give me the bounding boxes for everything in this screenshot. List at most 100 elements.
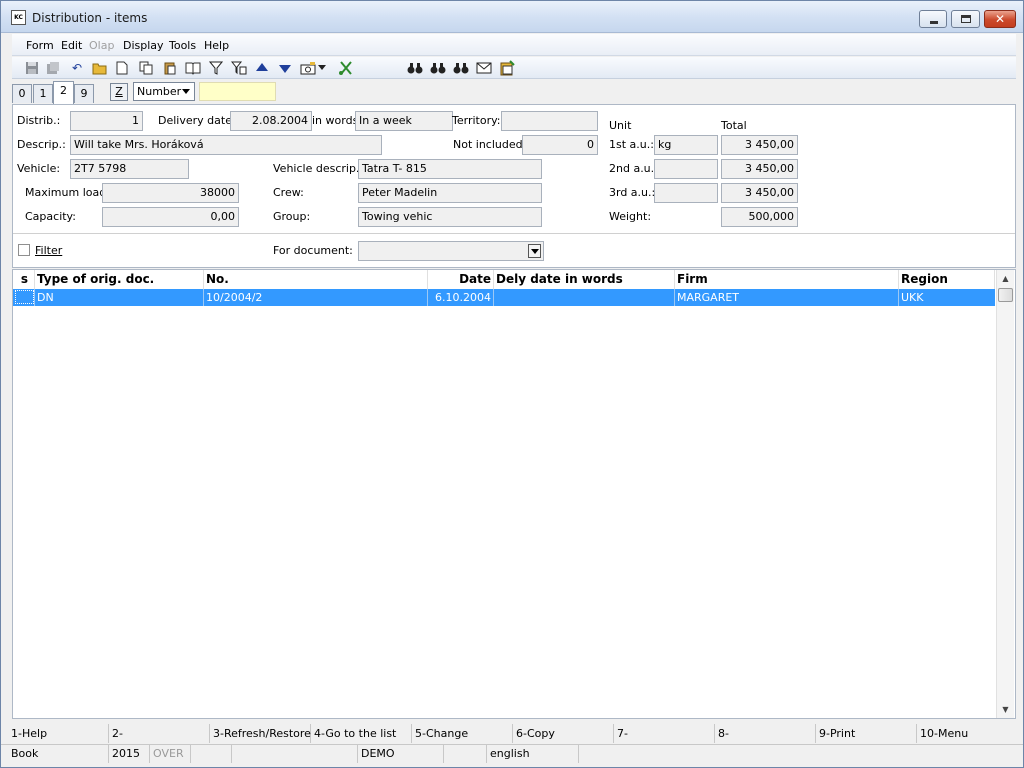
au1-total-field[interactable]: 3 450,00 — [721, 135, 798, 155]
status-empty-2 — [232, 745, 358, 763]
status-year: 2015 — [109, 745, 150, 763]
scroll-up-icon[interactable]: ▲ — [997, 270, 1014, 287]
save-all-icon[interactable] — [45, 60, 61, 76]
dropdown-arrow-icon[interactable] — [317, 60, 327, 76]
binoculars-next-icon[interactable] — [430, 60, 446, 76]
open-icon[interactable] — [92, 60, 108, 76]
minimize-icon — [930, 21, 938, 24]
tab-1[interactable]: 1 — [33, 84, 53, 103]
au1-label: 1st a.u.: — [609, 138, 654, 151]
quick-search-input[interactable] — [199, 82, 276, 101]
status-empty-1 — [191, 745, 232, 763]
column-header-region[interactable]: Region — [899, 270, 995, 289]
max-load-field[interactable]: 38000 — [102, 183, 239, 203]
distrib-label: Distrib.: — [17, 114, 61, 127]
menu-edit[interactable]: Edit — [61, 39, 82, 52]
vehicle-field[interactable]: 2T7 5798 — [70, 159, 189, 179]
au3-unit-field[interactable] — [654, 183, 718, 203]
chevron-down-icon — [182, 89, 190, 94]
cell-s — [13, 289, 35, 306]
filter-list-icon[interactable] — [231, 60, 247, 76]
fkey-5-change[interactable]: 5-Change — [412, 724, 513, 743]
menu-tools[interactable]: Tools — [169, 39, 196, 52]
book-icon[interactable] — [185, 60, 201, 76]
undo-icon[interactable]: ↶ — [69, 60, 85, 76]
menu-help[interactable]: Help — [204, 39, 229, 52]
distrib-field[interactable]: 1 — [70, 111, 143, 131]
column-header-date[interactable]: Date — [428, 270, 494, 289]
au3-label: 3rd a.u.: — [609, 186, 656, 199]
status-module: Book — [8, 745, 109, 763]
sort-z-button[interactable]: Z — [110, 83, 128, 101]
chevron-down-icon[interactable] — [528, 244, 541, 258]
clipboard-icon[interactable] — [499, 60, 515, 76]
fkey-8[interactable]: 8- — [715, 724, 816, 743]
au1-unit-field[interactable]: kg — [654, 135, 718, 155]
au2-total-field[interactable]: 3 450,00 — [721, 159, 798, 179]
form-divider — [13, 233, 1015, 234]
au2-unit-field[interactable] — [654, 159, 718, 179]
binoculars-prev-icon[interactable] — [453, 60, 469, 76]
delivery-date-field[interactable]: 2.08.2004 — [230, 111, 312, 131]
paste-icon[interactable] — [162, 60, 178, 76]
app-icon[interactable]: KC — [11, 10, 26, 25]
maximize-button[interactable] — [951, 10, 980, 28]
descrip-field[interactable]: Will take Mrs. Horáková — [70, 135, 382, 155]
sort-order-select[interactable]: Number — [133, 82, 195, 101]
vehicle-descrip-field[interactable]: Tatra T- 815 — [358, 159, 542, 179]
status-bar: Book 2015 OVER DEMO english — [1, 744, 1023, 763]
weight-field[interactable]: 500,000 — [721, 207, 798, 227]
binoculars-icon[interactable] — [407, 60, 423, 76]
title-bar[interactable]: KC Distribution - items ✕ — [1, 1, 1023, 33]
close-icon: ✕ — [994, 12, 1006, 26]
cell-no: 10/2004/2 — [204, 289, 428, 306]
filter-checkbox[interactable] — [18, 244, 30, 256]
not-included-label: Not included: — [453, 138, 527, 151]
arrow-down-icon[interactable] — [277, 60, 293, 76]
crew-field[interactable]: Peter Madelin — [358, 183, 542, 203]
column-header-s[interactable]: s — [13, 270, 35, 289]
menu-form[interactable]: Form — [26, 39, 54, 52]
close-button[interactable]: ✕ — [984, 10, 1016, 28]
fkey-1-help[interactable]: 1-Help — [8, 724, 109, 743]
au3-total-field[interactable]: 3 450,00 — [721, 183, 798, 203]
new-icon[interactable] — [114, 60, 130, 76]
filter-label[interactable]: Filter — [35, 244, 62, 257]
column-header-firm[interactable]: Firm — [675, 270, 899, 289]
column-header-dely-words[interactable]: Dely date in words — [494, 270, 675, 289]
tab-2[interactable]: 2 — [53, 81, 74, 104]
mail-icon[interactable] — [476, 60, 492, 76]
tab-0[interactable]: 0 — [12, 84, 32, 103]
vertical-scrollbar[interactable]: ▲ ▼ — [996, 270, 1014, 718]
fkey-7[interactable]: 7- — [614, 724, 715, 743]
save-icon[interactable] — [24, 60, 40, 76]
table-row[interactable]: DN 10/2004/2 6.10.2004 MARGARET UKK — [13, 289, 995, 306]
in-words-field[interactable]: In a week — [355, 111, 453, 131]
arrow-up-icon[interactable] — [254, 60, 270, 76]
camera-icon[interactable] — [300, 60, 316, 76]
tab-9[interactable]: 9 — [74, 84, 94, 103]
fkey-10-menu[interactable]: 10-Menu — [917, 724, 1017, 743]
fkey-6-copy[interactable]: 6-Copy — [513, 724, 614, 743]
fkey-2[interactable]: 2- — [109, 724, 210, 743]
vehicle-descrip-label: Vehicle descrip.: — [273, 162, 364, 175]
scroll-down-icon[interactable]: ▼ — [997, 701, 1014, 718]
not-included-field[interactable]: 0 — [522, 135, 598, 155]
fkey-3-refresh[interactable]: 3-Refresh/Restore — [210, 724, 311, 743]
column-header-no[interactable]: No. — [204, 270, 428, 289]
fkey-4-go-to-list[interactable]: 4-Go to the list — [311, 724, 412, 743]
minimize-button[interactable] — [919, 10, 947, 28]
copy-icon[interactable] — [138, 60, 154, 76]
filter-icon[interactable] — [208, 60, 224, 76]
toolbar: ↶ — [12, 57, 1016, 79]
group-field[interactable]: Towing vehic — [358, 207, 542, 227]
scroll-thumb[interactable] — [998, 288, 1013, 302]
column-header-type[interactable]: Type of orig. doc. — [35, 270, 204, 289]
menu-display[interactable]: Display — [123, 39, 164, 52]
territory-field[interactable] — [501, 111, 598, 131]
fkey-9-print[interactable]: 9-Print — [816, 724, 917, 743]
distribution-items-window: KC Distribution - items ✕ Form Edit Olap… — [0, 0, 1024, 768]
cut-icon[interactable] — [338, 60, 354, 76]
capacity-field[interactable]: 0,00 — [102, 207, 239, 227]
for-document-select[interactable] — [358, 241, 544, 261]
